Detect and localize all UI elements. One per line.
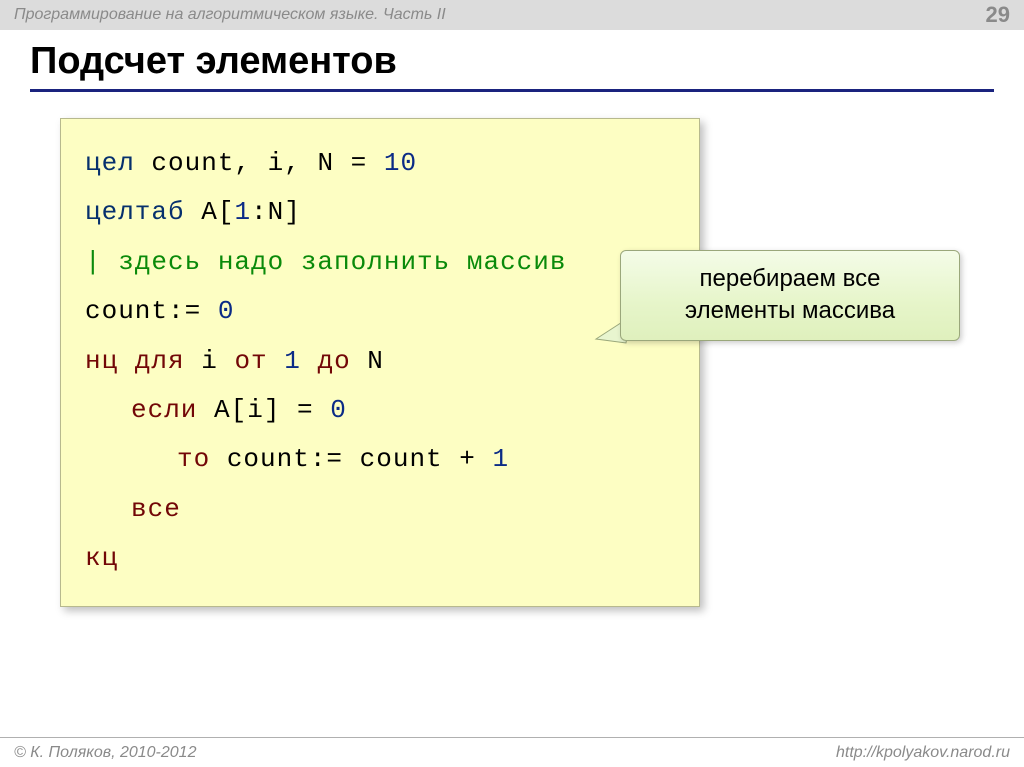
- copyright: © К. Поляков, 2010-2012: [14, 744, 196, 762]
- number: 1: [492, 444, 509, 474]
- code-line: то count:= count + 1: [85, 435, 675, 484]
- code-text: count:=: [85, 296, 218, 326]
- keyword: целтаб: [85, 197, 185, 227]
- callout-line: элементы массива: [639, 295, 941, 327]
- number: 1: [234, 197, 251, 227]
- keyword: кц: [85, 534, 675, 583]
- keyword: от: [234, 346, 267, 376]
- code-text: i: [185, 346, 235, 376]
- code-text: N: [351, 346, 384, 376]
- number: 0: [218, 296, 235, 326]
- keyword: цел: [85, 148, 135, 178]
- number: 1: [284, 346, 301, 376]
- code-line: цел count, i, N = 10: [85, 139, 675, 188]
- page-title: Подсчет элементов: [30, 40, 994, 83]
- code-text: count:= count +: [210, 444, 492, 474]
- code-text: :N]: [251, 197, 301, 227]
- title-rule: [30, 89, 994, 92]
- keyword: нц для: [85, 346, 185, 376]
- footer-bar: © К. Поляков, 2010-2012 http://kpolyakov…: [0, 737, 1024, 767]
- code-line: count:= 0: [85, 287, 675, 336]
- code-line: целтаб A[1:N]: [85, 188, 675, 237]
- code-text: [301, 346, 318, 376]
- code-text: [268, 346, 285, 376]
- code-line: нц для i от 1 до N: [85, 337, 675, 386]
- title-block: Подсчет элементов: [0, 30, 1024, 100]
- keyword: то: [177, 444, 210, 474]
- header-bar: Программирование на алгоритмическом язык…: [0, 0, 1024, 30]
- code-text: A[i] =: [197, 395, 330, 425]
- footer-url: http://kpolyakov.narod.ru: [836, 744, 1010, 762]
- number: 0: [330, 395, 347, 425]
- code-text: A[: [185, 197, 235, 227]
- code-line: если A[i] = 0: [85, 386, 675, 435]
- content-area: цел count, i, N = 10 целтаб A[1:N] | зде…: [0, 100, 1024, 607]
- number: 10: [384, 148, 417, 178]
- code-text: count, i, N =: [135, 148, 384, 178]
- course-title: Программирование на алгоритмическом язык…: [14, 6, 446, 24]
- keyword: до: [317, 346, 350, 376]
- callout-line: перебираем все: [639, 263, 941, 295]
- code-comment: | здесь надо заполнить массив: [85, 238, 675, 287]
- keyword: если: [131, 395, 197, 425]
- callout-box: перебираем все элементы массива: [620, 250, 960, 341]
- page-number: 29: [986, 2, 1010, 28]
- keyword: все: [85, 485, 675, 534]
- code-box: цел count, i, N = 10 целтаб A[1:N] | зде…: [60, 118, 700, 607]
